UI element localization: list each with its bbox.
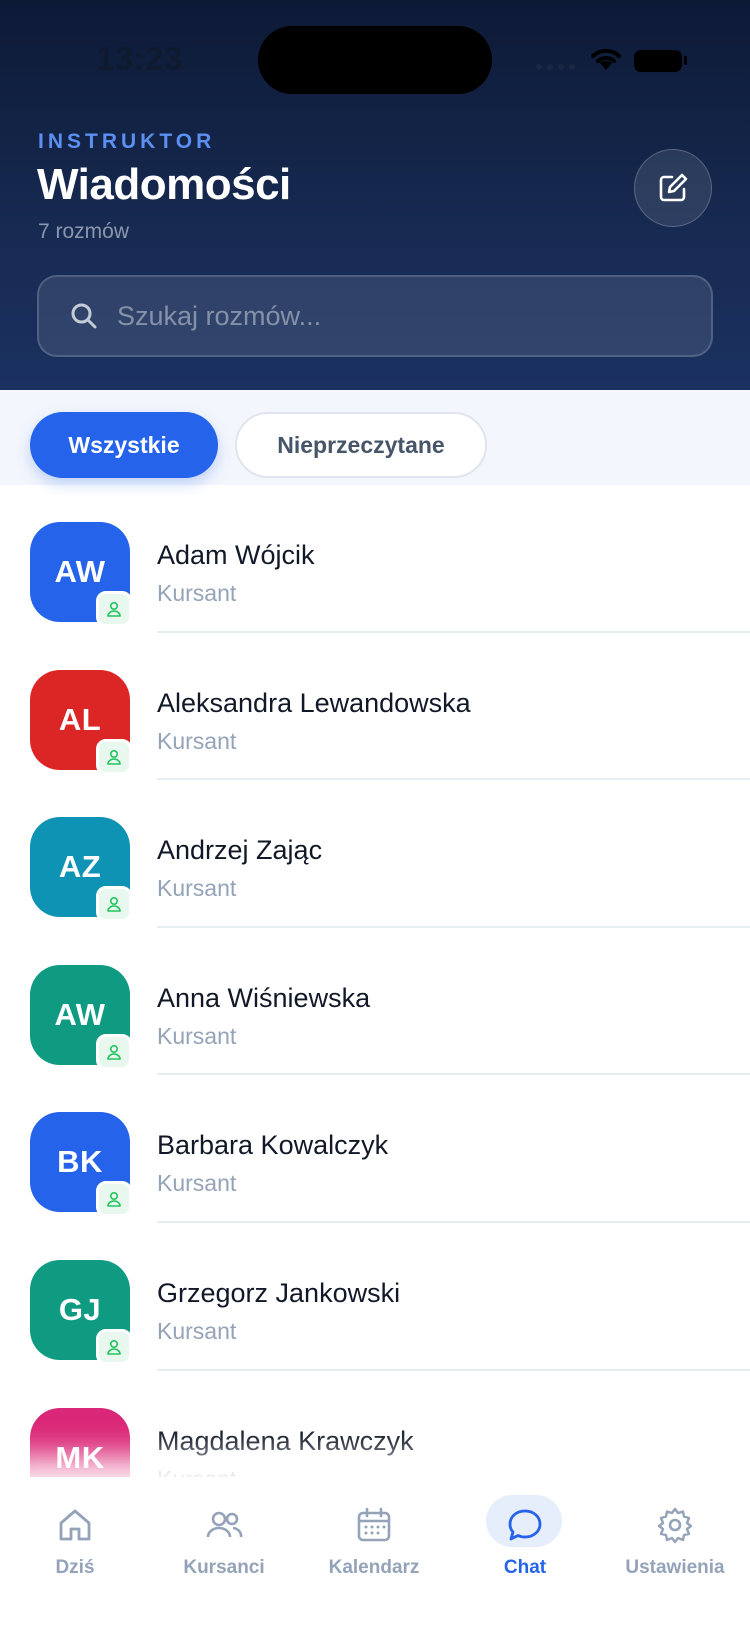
avatar-initials: MK bbox=[55, 1439, 105, 1475]
tab-today[interactable]: Dziś bbox=[10, 1499, 140, 1579]
header: 13:23 INSTRUKTOR Wiadomości 7 rozmów bbox=[0, 0, 750, 390]
cellular-signal-icon bbox=[536, 64, 575, 70]
compose-icon bbox=[659, 173, 688, 202]
dynamic-island bbox=[258, 26, 492, 94]
calendar-icon bbox=[357, 1507, 391, 1542]
users-icon bbox=[206, 1511, 243, 1538]
contact-name: Barbara Kowalczyk bbox=[157, 1130, 389, 1161]
person-icon bbox=[107, 601, 121, 617]
conversation-list: AW Adam Wójcik Kursant AL Aleksandra Lew… bbox=[0, 485, 750, 1519]
tab-chat[interactable]: Chat bbox=[460, 1495, 590, 1579]
conversation-row[interactable]: AZ Andrzej Zając Kursant bbox=[0, 780, 750, 928]
contact-role: Kursant bbox=[157, 580, 237, 606]
home-icon bbox=[59, 1509, 91, 1541]
filter-all-chip[interactable]: Wszystkie bbox=[30, 412, 218, 478]
search-bar[interactable] bbox=[37, 275, 713, 357]
tab-students[interactable]: Kursanci bbox=[159, 1499, 289, 1579]
person-icon bbox=[107, 897, 121, 912]
conversation-row[interactable]: AW Adam Wójcik Kursant bbox=[0, 485, 750, 633]
chat-bubble-icon bbox=[508, 1509, 542, 1541]
person-icon bbox=[107, 749, 121, 765]
contact-role: Kursant bbox=[157, 1170, 237, 1197]
person-icon bbox=[107, 1192, 121, 1208]
conversation-row[interactable]: BK Barbara Kowalczyk Kursant bbox=[0, 1075, 750, 1223]
person-icon bbox=[107, 1339, 121, 1355]
tab-bar: Dziś Kursanci Kalendarz Chat Ustawienia bbox=[0, 1477, 750, 1630]
contact-name: Andrzej Zając bbox=[157, 835, 323, 866]
avatar-initials: AL bbox=[58, 701, 102, 737]
status-time: 13:23 bbox=[96, 40, 183, 77]
conversation-row[interactable]: AL Aleksandra Lewandowska Kursant bbox=[0, 633, 750, 781]
student-badge-icon bbox=[96, 738, 132, 775]
student-badge-icon bbox=[96, 1181, 132, 1218]
tab-settings[interactable]: Ustawienia bbox=[610, 1499, 740, 1579]
conversation-row[interactable]: GJ Grzegorz Jankowski Kursant bbox=[0, 1223, 750, 1371]
contact-name: Adam Wójcik bbox=[157, 540, 315, 570]
gear-icon bbox=[657, 1507, 693, 1544]
avatar-initials: AW bbox=[54, 996, 106, 1032]
role-eyebrow: INSTRUKTOR bbox=[38, 130, 216, 153]
student-badge-icon bbox=[96, 1033, 132, 1070]
page-title: Wiadomości bbox=[37, 160, 291, 209]
status-icons bbox=[536, 44, 716, 76]
student-badge-icon bbox=[96, 591, 132, 627]
contact-name: Anna Wiśniewska bbox=[157, 982, 371, 1013]
tab-label: Kursanci bbox=[183, 1557, 265, 1578]
student-badge-icon bbox=[96, 1328, 132, 1365]
contact-name: Grzegorz Jankowski bbox=[157, 1277, 401, 1308]
tab-label: Chat bbox=[503, 1557, 547, 1578]
tab-label: Ustawienia bbox=[625, 1557, 725, 1578]
filter-unread-chip[interactable]: Nieprzeczytane bbox=[235, 412, 487, 478]
contact-role: Kursant bbox=[157, 1022, 237, 1049]
contact-role: Kursant bbox=[157, 1317, 237, 1344]
battery-icon bbox=[634, 50, 682, 72]
avatar-initials: AZ bbox=[58, 849, 102, 885]
contact-name: Magdalena Krawczyk bbox=[157, 1425, 414, 1456]
filter-bar: Wszystkie Nieprzeczytane bbox=[0, 390, 750, 485]
person-icon bbox=[107, 1044, 121, 1060]
contact-role: Kursant bbox=[157, 727, 237, 754]
compose-button[interactable] bbox=[634, 149, 712, 227]
avatar-initials: AW bbox=[54, 554, 106, 589]
contact-name: Aleksandra Lewandowska bbox=[157, 687, 471, 718]
avatar-initials: BK bbox=[57, 1144, 103, 1180]
wifi-icon bbox=[591, 48, 621, 70]
conversation-row[interactable]: AW Anna Wiśniewska Kursant bbox=[0, 928, 750, 1076]
tab-label: Kalendarz bbox=[328, 1557, 420, 1578]
avatar-initials: GJ bbox=[58, 1291, 102, 1327]
tab-calendar[interactable]: Kalendarz bbox=[309, 1499, 439, 1579]
search-input[interactable] bbox=[117, 300, 711, 332]
student-badge-icon bbox=[96, 886, 132, 923]
contact-role: Kursant bbox=[157, 875, 237, 902]
conversation-count: 7 rozmów bbox=[38, 220, 130, 243]
tab-label: Dziś bbox=[55, 1557, 95, 1578]
search-icon bbox=[71, 303, 97, 329]
